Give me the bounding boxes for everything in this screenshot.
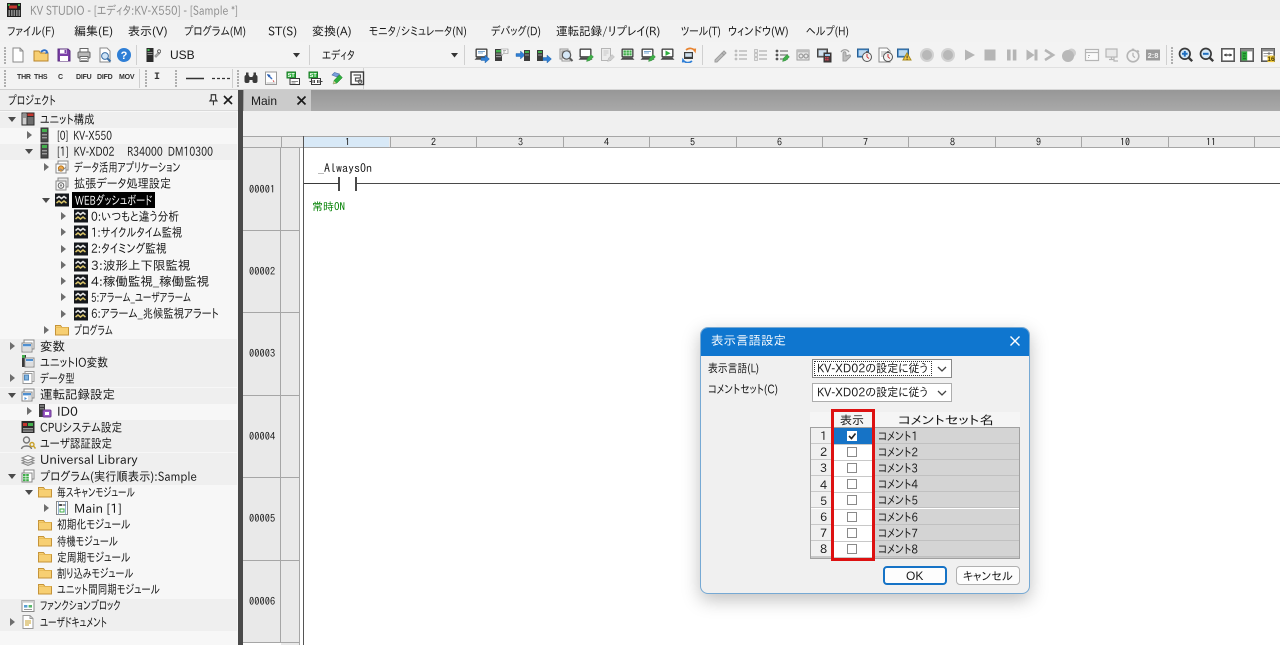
svg-text:16: 16 xyxy=(1267,56,1275,63)
svg-text:?: ? xyxy=(121,50,128,62)
svg-text:2:8: 2:8 xyxy=(1148,51,1159,60)
